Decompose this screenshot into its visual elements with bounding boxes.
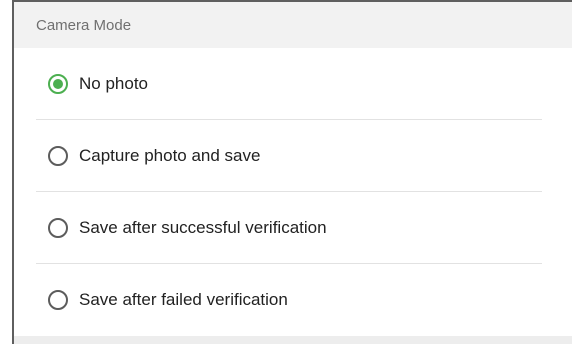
radio-dot	[53, 79, 63, 89]
camera-mode-options: No photo Capture photo and save Save aft…	[14, 48, 572, 336]
footer-strip	[14, 336, 572, 344]
option-label: Save after failed verification	[79, 290, 288, 309]
option-save-after-failed-verification[interactable]: Save after failed verification	[14, 264, 572, 336]
option-capture-photo-and-save[interactable]: Capture photo and save	[14, 120, 572, 192]
option-label: Capture photo and save	[79, 146, 261, 165]
dialog-header: Camera Mode	[14, 2, 572, 48]
radio-selected-icon[interactable]	[48, 74, 68, 94]
dialog-title: Camera Mode	[36, 16, 132, 34]
radio-unselected-icon[interactable]	[48, 218, 68, 238]
option-save-after-successful-verification[interactable]: Save after successful verification	[14, 192, 572, 264]
radio-unselected-icon[interactable]	[48, 146, 68, 166]
camera-mode-dialog: Camera Mode No photo Capture photo and s…	[12, 0, 572, 344]
option-label: No photo	[79, 74, 148, 93]
radio-unselected-icon[interactable]	[48, 290, 68, 310]
option-no-photo[interactable]: No photo	[14, 48, 572, 120]
option-label: Save after successful verification	[79, 218, 327, 237]
